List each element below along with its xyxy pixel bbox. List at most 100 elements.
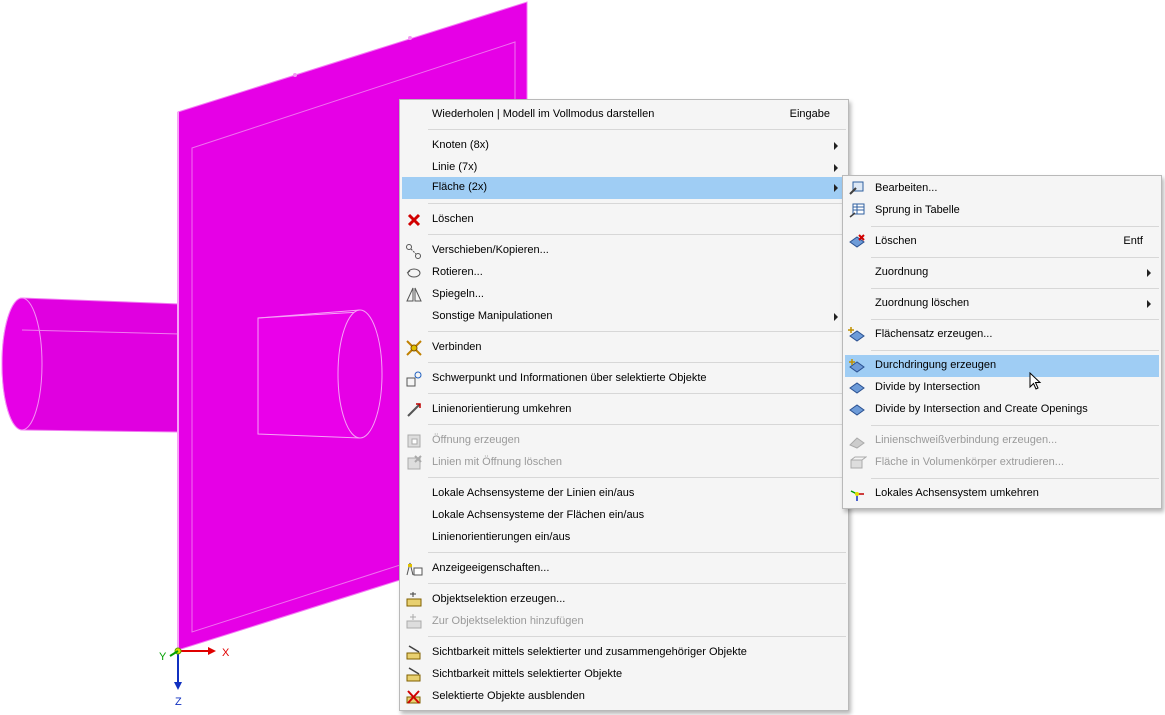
mirror-icon	[406, 287, 422, 302]
separator	[428, 331, 846, 332]
submenu-item-bearbeiten[interactable]: Bearbeiten...	[845, 178, 1159, 200]
create-surface-set-icon	[848, 327, 865, 342]
display-properties-icon	[406, 562, 423, 576]
delete-x-icon	[407, 213, 421, 227]
submenu-item-zuordnung-loeschen[interactable]: Zuordnung löschen	[845, 293, 1159, 315]
menu-item-shortcut: Eingabe	[789, 108, 830, 120]
menu-item-linienorientierung[interactable]: Linienorientierung umkehren	[402, 399, 846, 421]
menu-item-label: Sonstige Manipulationen	[432, 310, 553, 322]
submenu-arrow-icon	[1147, 269, 1151, 277]
menu-item-label: Divide by Intersection	[875, 381, 981, 393]
menu-item-schwerpunkt[interactable]: Schwerpunkt und Informationen über selek…	[402, 368, 846, 390]
menu-item-achsen-flaechen[interactable]: Lokale Achsensysteme der Flächen ein/aus	[402, 505, 846, 527]
menu-item-label: Wiederholen | Modell im Vollmodus darste…	[432, 108, 655, 120]
menu-item-verschieben[interactable]: Verschieben/Kopieren...	[402, 240, 846, 262]
submenu-arrow-icon	[834, 184, 838, 192]
weld-icon	[849, 437, 865, 449]
menu-item-label: Schwerpunkt und Informationen über selek…	[432, 372, 707, 384]
menu-item-achsen-linien[interactable]: Lokale Achsensysteme der Linien ein/aus	[402, 483, 846, 505]
reverse-axis-icon	[850, 490, 864, 501]
menu-item-label: Durchdringung erzeugen	[875, 359, 997, 371]
menu-item-sonstige[interactable]: Sonstige Manipulationen	[402, 306, 846, 328]
menu-item-label: Zuordnung	[875, 266, 929, 278]
separator	[428, 583, 846, 584]
submenu-item-achsensystem-umkehren[interactable]: Lokales Achsensystem umkehren	[845, 483, 1159, 505]
menu-item-label: Bearbeiten...	[875, 182, 938, 194]
menu-item-spiegeln[interactable]: Spiegeln...	[402, 284, 846, 306]
menu-item-label: Objektselektion erzeugen...	[432, 593, 566, 605]
extrude-icon	[850, 456, 867, 469]
rotate-icon	[406, 268, 421, 278]
submenu-item-loeschen[interactable]: Löschen Entf	[845, 231, 1159, 253]
menu-item-label: Löschen	[432, 213, 474, 225]
submenu-item-zuordnung[interactable]: Zuordnung	[845, 262, 1159, 284]
menu-item-flaeche[interactable]: Fläche (2x)	[402, 177, 846, 199]
menu-item-label: Sichtbarkeit mittels selektierter und zu…	[432, 646, 747, 658]
axis-label-y: Y	[159, 651, 167, 663]
menu-item-sichtbarkeit-selektiert[interactable]: Sichtbarkeit mittels selektierter Objekt…	[402, 664, 846, 686]
axis-triad	[169, 647, 216, 690]
menu-item-shortcut: Entf	[1123, 235, 1143, 247]
separator	[871, 350, 1159, 351]
submenu-arrow-icon	[834, 142, 838, 150]
menu-item-rotieren[interactable]: Rotieren...	[402, 262, 846, 284]
menu-item-objektselektion[interactable]: Objektselektion erzeugen...	[402, 589, 846, 611]
menu-item-verbinden[interactable]: Verbinden	[402, 337, 846, 359]
create-opening-icon	[407, 434, 421, 448]
separator	[871, 425, 1159, 426]
divide-intersection-icon	[849, 382, 865, 394]
submenu-item-schweissverbindung[interactable]: Linienschweißverbindung erzeugen...	[845, 430, 1159, 452]
menu-item-label: Selektierte Objekte ausblenden	[432, 690, 585, 702]
separator	[428, 393, 846, 394]
menu-item-label: Linienschweißverbindung erzeugen...	[875, 434, 1058, 446]
create-intersection-icon	[849, 359, 865, 373]
separator	[871, 288, 1159, 289]
submenu-item-flaechensatz[interactable]: Flächensatz erzeugen...	[845, 324, 1159, 346]
menu-item-ausblenden[interactable]: Selektierte Objekte ausblenden	[402, 686, 846, 708]
menu-item-knoten[interactable]: Knoten (8x)	[402, 135, 846, 157]
submenu-item-extrudieren[interactable]: Fläche in Volumenkörper extrudieren...	[845, 452, 1159, 474]
menu-item-label: Fläche in Volumenkörper extrudieren...	[875, 456, 1064, 468]
menu-item-zur-objektselektion[interactable]: Zur Objektselektion hinzufügen	[402, 611, 846, 633]
cylinder-front[interactable]	[257, 309, 383, 439]
submenu-arrow-icon	[834, 313, 838, 321]
menu-item-label: Anzeigeeigenschaften...	[432, 562, 550, 574]
submenu-item-divide-openings[interactable]: Divide by Intersection and Create Openin…	[845, 399, 1159, 421]
menu-item-linie[interactable]: Linie (7x)	[402, 157, 846, 179]
move-copy-icon	[406, 244, 421, 259]
axis-label-x: X	[222, 647, 230, 659]
submenu-item-sprung-tabelle[interactable]: Sprung in Tabelle	[845, 200, 1159, 222]
separator	[428, 636, 846, 637]
submenu-item-divide[interactable]: Divide by Intersection	[845, 377, 1159, 399]
menu-item-label: Öffnung erzeugen	[432, 434, 520, 446]
menu-item-label: Lokales Achsensystem umkehren	[875, 487, 1039, 499]
divide-openings-icon	[849, 404, 865, 416]
menu-item-label: Sichtbarkeit mittels selektierter Objekt…	[432, 668, 623, 680]
submenu-arrow-icon	[834, 164, 838, 172]
add-to-selection-icon	[406, 614, 422, 629]
submenu-item-durchdringung[interactable]: Durchdringung erzeugen	[845, 355, 1159, 377]
axis-label-z: Z	[175, 696, 182, 708]
menu-item-label: Linienorientierung umkehren	[432, 403, 572, 415]
menu-item-anzeigeeigenschaften[interactable]: Anzeigeeigenschaften...	[402, 558, 846, 580]
menu-item-label: Linienorientierungen ein/aus	[432, 531, 571, 543]
center-of-gravity-icon	[406, 371, 422, 387]
menu-item-repeat[interactable]: Wiederholen | Modell im Vollmodus darste…	[402, 104, 846, 126]
separator	[428, 203, 846, 204]
jump-to-table-icon	[849, 203, 865, 218]
menu-item-label: Zuordnung löschen	[875, 297, 970, 309]
menu-item-linien-oeffnung-loeschen[interactable]: Linien mit Öffnung löschen	[402, 452, 846, 474]
separator	[871, 257, 1159, 258]
context-menu: Wiederholen | Modell im Vollmodus darste…	[399, 99, 849, 711]
separator	[871, 319, 1159, 320]
create-object-selection-icon	[406, 592, 422, 607]
menu-item-label: Rotieren...	[432, 266, 483, 278]
surface-submenu: Bearbeiten... Sprung in Tabelle Löschen …	[842, 175, 1162, 509]
menu-item-loeschen[interactable]: Löschen	[402, 209, 846, 231]
menu-item-linienorientierungen[interactable]: Linienorientierungen ein/aus	[402, 527, 846, 549]
cylinder[interactable]	[1, 297, 181, 433]
separator	[428, 129, 846, 130]
menu-item-sichtbarkeit-zusammengehoerig[interactable]: Sichtbarkeit mittels selektierter und zu…	[402, 642, 846, 664]
menu-item-label: Zur Objektselektion hinzufügen	[432, 615, 584, 627]
menu-item-oeffnung[interactable]: Öffnung erzeugen	[402, 430, 846, 452]
